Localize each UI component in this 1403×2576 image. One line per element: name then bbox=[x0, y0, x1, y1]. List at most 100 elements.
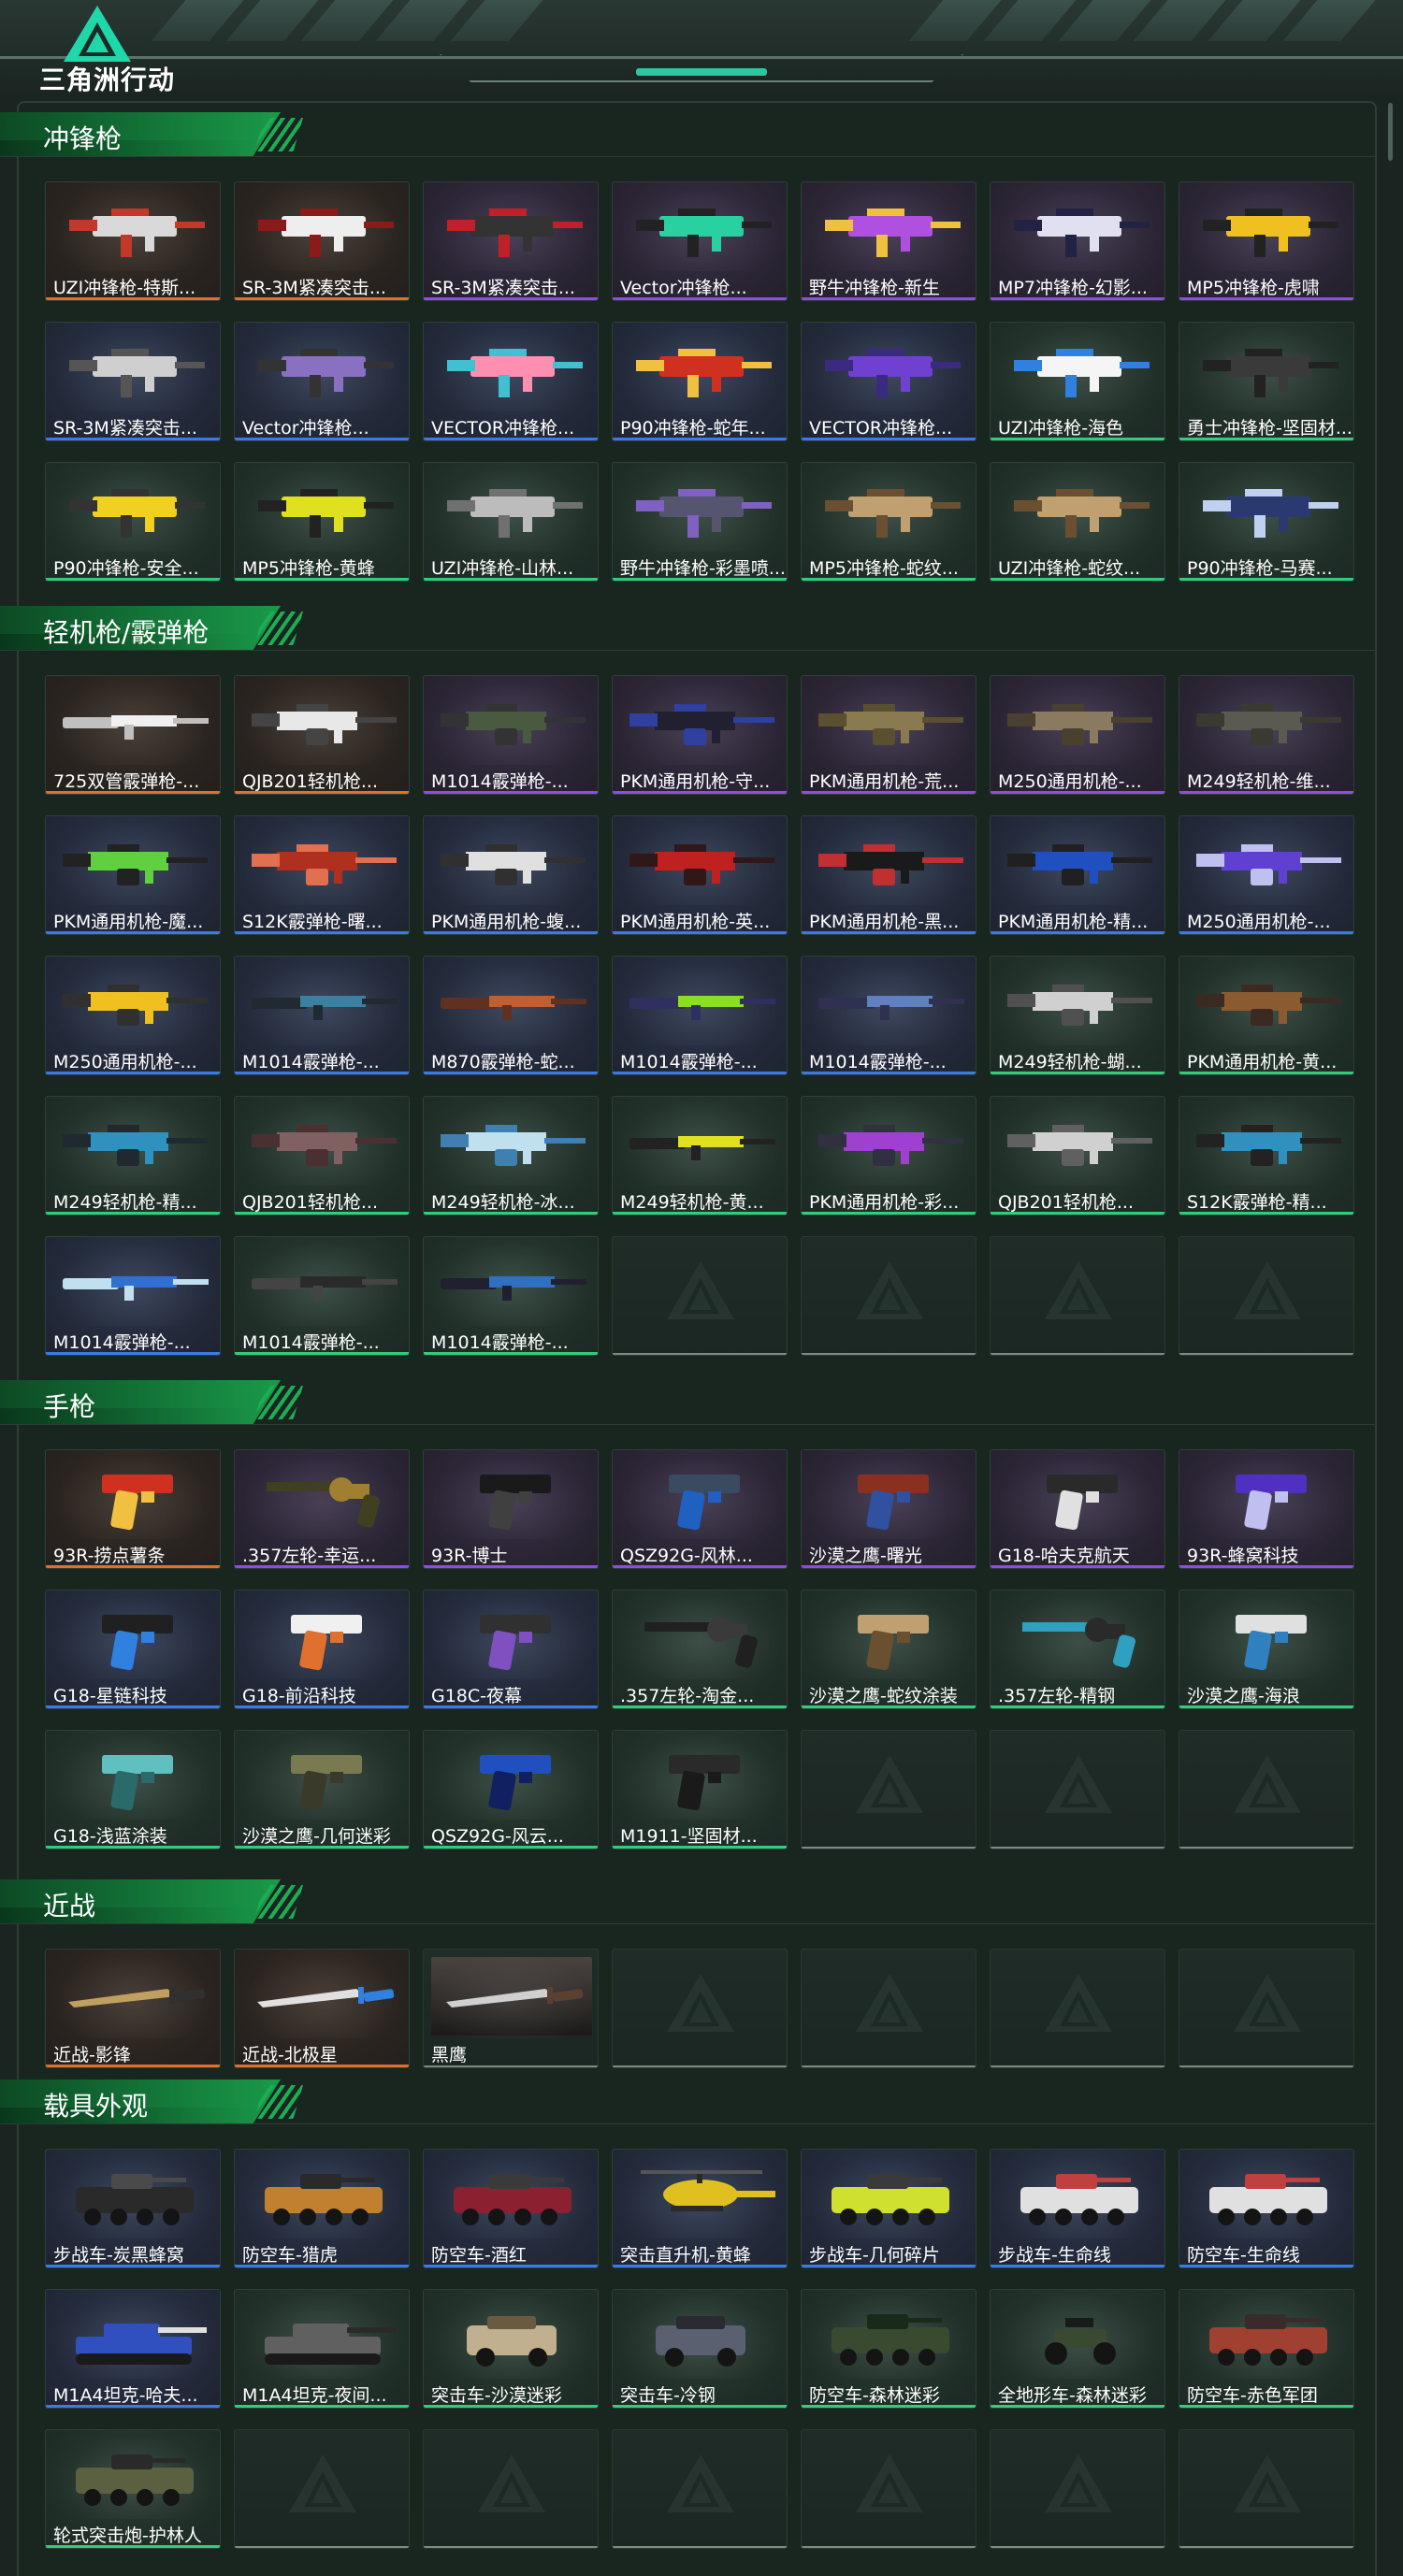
item-card[interactable]: M1014霰弹枪-... bbox=[234, 1236, 410, 1356]
item-card[interactable]: UZI冲锋枪-山林... bbox=[423, 462, 599, 582]
item-card[interactable]: MP5冲锋枪-蛇纹... bbox=[801, 462, 976, 582]
item-card[interactable]: M1A4坦克-哈夫... bbox=[45, 2289, 221, 2409]
item-card[interactable]: 沙漠之鹰-海浪 bbox=[1179, 1590, 1354, 1709]
item-card[interactable]: QJB201轻机枪... bbox=[234, 1096, 410, 1216]
empty-slot-logo-icon bbox=[1234, 1261, 1301, 1319]
item-card[interactable]: P90冲锋枪-安全... bbox=[45, 462, 221, 582]
item-card[interactable]: G18-星链科技 bbox=[45, 1590, 221, 1709]
item-card[interactable]: PKM通用机枪-魔... bbox=[45, 815, 221, 935]
item-card[interactable]: M1014霰弹枪-... bbox=[801, 956, 976, 1075]
item-card[interactable]: Vector冲锋枪... bbox=[234, 322, 410, 441]
item-card[interactable]: G18-浅蓝涂装 bbox=[45, 1730, 221, 1849]
item-card[interactable]: VECTOR冲锋枪... bbox=[423, 322, 599, 441]
item-card[interactable]: 防空车-酒红 bbox=[423, 2149, 599, 2268]
item-card[interactable]: P90冲锋枪-蛇年... bbox=[612, 322, 788, 441]
item-card[interactable]: QSZ92G-风林... bbox=[612, 1449, 788, 1569]
empty-slot bbox=[1179, 1236, 1354, 1356]
item-card[interactable]: .357左轮-幸运... bbox=[234, 1449, 410, 1569]
item-card[interactable]: M1A4坦克-夜间... bbox=[234, 2289, 410, 2409]
item-card[interactable]: 沙漠之鹰-蛇纹涂装 bbox=[801, 1590, 976, 1709]
item-card[interactable]: PKM通用机枪-黑... bbox=[801, 815, 976, 935]
item-card[interactable]: M249轻机枪-精... bbox=[45, 1096, 221, 1216]
item-card[interactable]: 步战车-几何碎片 bbox=[801, 2149, 976, 2268]
item-card[interactable]: PKM通用机枪-守... bbox=[612, 675, 788, 795]
item-card[interactable]: SR-3M紧凑突击... bbox=[234, 181, 410, 301]
item-card[interactable]: M870霰弹枪-蛇... bbox=[423, 956, 599, 1075]
item-card[interactable]: 93R-博士 bbox=[423, 1449, 599, 1569]
item-card[interactable]: .357左轮-精钢 bbox=[990, 1590, 1165, 1709]
item-card[interactable]: 突击车-沙漠迷彩 bbox=[423, 2289, 599, 2409]
item-card[interactable]: MP7冲锋枪-幻影... bbox=[990, 181, 1165, 301]
item-card[interactable]: G18C-夜幕 bbox=[423, 1590, 599, 1709]
item-card[interactable]: 步战车-生命线 bbox=[990, 2149, 1165, 2268]
item-card[interactable]: 野牛冲锋枪-新生 bbox=[801, 181, 976, 301]
item-card[interactable]: M249轻机枪-黄... bbox=[612, 1096, 788, 1216]
item-card[interactable]: M249轻机枪-蝴... bbox=[990, 956, 1165, 1075]
item-card[interactable]: M250通用机枪-... bbox=[990, 675, 1165, 795]
item-card[interactable]: 防空车-森林迷彩 bbox=[801, 2289, 976, 2409]
item-card[interactable]: .357左轮-淘金... bbox=[612, 1590, 788, 1709]
smg-skin-icon bbox=[825, 209, 961, 257]
rarity-bar bbox=[1179, 1212, 1353, 1215]
scrollbar-thumb[interactable] bbox=[1388, 103, 1393, 161]
item-card[interactable]: S12K霰弹枪-曙... bbox=[234, 815, 410, 935]
item-card[interactable]: 93R-捞点薯条 bbox=[45, 1449, 221, 1569]
item-card[interactable]: M250通用机枪-... bbox=[45, 956, 221, 1075]
item-card[interactable]: 突击直升机-黄蜂 bbox=[612, 2149, 788, 2268]
item-card[interactable]: 黑鹰 bbox=[423, 1949, 599, 2068]
item-card[interactable]: MP5冲锋枪-虎啸 bbox=[1179, 181, 1354, 301]
item-card[interactable]: M250通用机枪-... bbox=[1179, 815, 1354, 935]
rarity-bar bbox=[1179, 791, 1353, 794]
item-card[interactable]: M1014霰弹枪-... bbox=[423, 1236, 599, 1356]
item-card[interactable]: PKM通用机枪-英... bbox=[612, 815, 788, 935]
item-card[interactable]: 突击车-冷钢 bbox=[612, 2289, 788, 2409]
item-card[interactable]: PKM通用机枪-彩... bbox=[801, 1096, 976, 1216]
rarity-bar bbox=[613, 1072, 787, 1074]
item-card[interactable]: M1014霰弹枪-... bbox=[423, 675, 599, 795]
item-card[interactable]: M249轻机枪-冰... bbox=[423, 1096, 599, 1216]
item-card[interactable]: 93R-蜂窝科技 bbox=[1179, 1449, 1354, 1569]
item-card[interactable]: Vector冲锋枪... bbox=[612, 181, 788, 301]
item-card[interactable]: M1014霰弹枪-... bbox=[612, 956, 788, 1075]
item-card[interactable]: M249轻机枪-维... bbox=[1179, 675, 1354, 795]
section-header-shade bbox=[0, 140, 262, 157]
item-card[interactable]: 沙漠之鹰-几何迷彩 bbox=[234, 1730, 410, 1849]
rarity-bar bbox=[802, 2065, 976, 2067]
item-card[interactable]: 勇士冲锋枪-坚固材... bbox=[1179, 322, 1354, 441]
item-card[interactable]: M1014霰弹枪-... bbox=[45, 1236, 221, 1356]
item-card[interactable]: PKM通用机枪-精... bbox=[990, 815, 1165, 935]
item-card[interactable]: S12K霰弹枪-精... bbox=[1179, 1096, 1354, 1216]
item-card[interactable]: 725双管霰弹枪-... bbox=[45, 675, 221, 795]
item-card[interactable]: 轮式突击炮-护林人 bbox=[45, 2429, 221, 2549]
item-card[interactable]: 防空车-赤色军团 bbox=[1179, 2289, 1354, 2409]
item-card[interactable]: MP5冲锋枪-黄蜂 bbox=[234, 462, 410, 582]
item-card[interactable]: QJB201轻机枪... bbox=[234, 675, 410, 795]
item-card[interactable]: M1911-坚固材... bbox=[612, 1730, 788, 1849]
empty-slot-logo-icon bbox=[667, 1974, 734, 2032]
item-card[interactable]: PKM通用机枪-黄... bbox=[1179, 956, 1354, 1075]
item-card[interactable]: PKM通用机枪-蝮... bbox=[423, 815, 599, 935]
item-card[interactable]: 近战-北极星 bbox=[234, 1949, 410, 2068]
item-card[interactable]: SR-3M紧凑突击... bbox=[423, 181, 599, 301]
item-card[interactable]: QJB201轻机枪... bbox=[990, 1096, 1165, 1216]
item-card[interactable]: 全地形车-森林迷彩 bbox=[990, 2289, 1165, 2409]
item-card[interactable]: 步战车-炭黑蜂窝 bbox=[45, 2149, 221, 2268]
item-card[interactable]: 近战-影锋 bbox=[45, 1949, 221, 2068]
item-card[interactable]: M1014霰弹枪-... bbox=[234, 956, 410, 1075]
item-card[interactable]: G18-哈夫克航天 bbox=[990, 1449, 1165, 1569]
item-card[interactable]: PKM通用机枪-荒... bbox=[801, 675, 976, 795]
item-card[interactable]: G18-前沿科技 bbox=[234, 1590, 410, 1709]
item-card[interactable]: UZI冲锋枪-蛇纹... bbox=[990, 462, 1165, 582]
item-name: PKM通用机枪-守... bbox=[620, 771, 771, 792]
item-card[interactable]: 防空车-生命线 bbox=[1179, 2149, 1354, 2268]
item-card[interactable]: 沙漠之鹰-曙光 bbox=[801, 1449, 976, 1569]
item-card[interactable]: UZI冲锋枪-特斯... bbox=[45, 181, 221, 301]
item-card[interactable]: UZI冲锋枪-海色 bbox=[990, 322, 1165, 441]
item-card[interactable]: QSZ92G-风云... bbox=[423, 1730, 599, 1849]
item-card[interactable]: 防空车-猎虎 bbox=[234, 2149, 410, 2268]
item-card[interactable]: P90冲锋枪-马赛... bbox=[1179, 462, 1354, 582]
item-card[interactable]: 野牛冲锋枪-彩墨喷... bbox=[612, 462, 788, 582]
item-card[interactable]: VECTOR冲锋枪... bbox=[801, 322, 976, 441]
rarity-bar bbox=[235, 1072, 409, 1074]
item-card[interactable]: SR-3M紧凑突击... bbox=[45, 322, 221, 441]
